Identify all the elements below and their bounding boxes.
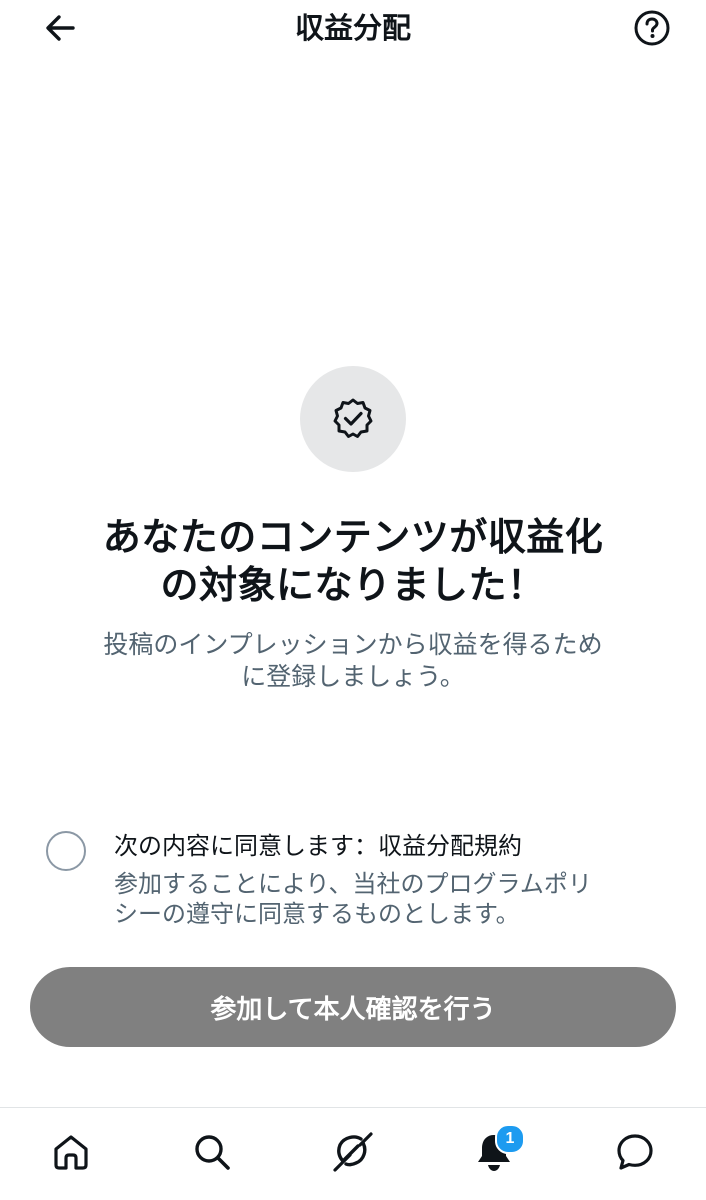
verified-badge-circle [300, 366, 406, 472]
agreement-desc-line-2: シーの遵守に同意するものとします。 [114, 900, 520, 928]
search-icon [195, 1135, 230, 1170]
agreement-desc-line-1: 参加することにより、当社のプログラムポリ [114, 870, 592, 898]
nav-notifications[interactable]: 1 [468, 1124, 525, 1178]
headline: あなたのコンテンツが収益化 の対象になりました！ [40, 513, 666, 609]
help-button[interactable] [630, 6, 674, 50]
subtext: 投稿のインプレッションから収益を得るため に登録しましょう。 [60, 629, 646, 693]
home-icon [54, 1135, 88, 1170]
page-title: 収益分配 [294, 11, 411, 45]
bottom-nav: 1 [0, 1107, 706, 1200]
subtext-line-2: に登録しましょう。 [241, 662, 465, 691]
subtext-line-1: 投稿のインプレッションから収益を得るため [103, 630, 603, 659]
agreement-description: 参加することにより、当社のプログラムポリ シーの遵守に同意するものとします。 [114, 869, 654, 929]
agreement-row[interactable]: 次の内容に同意します：収益分配規約 参加することにより、当社のプログラムポリ シ… [40, 825, 670, 935]
top-bar: 収益分配 [0, 0, 706, 56]
agree-radio[interactable] [46, 831, 86, 871]
grok-icon [333, 1132, 373, 1172]
join-and-verify-button[interactable]: 参加して本人確認を行う [30, 967, 676, 1047]
headline-line-1: あなたのコンテンツが収益化 [102, 515, 604, 559]
question-circle-icon [634, 10, 670, 46]
nav-home[interactable] [45, 1126, 97, 1178]
nav-search[interactable] [186, 1126, 238, 1178]
nav-messages[interactable] [609, 1126, 661, 1178]
nav-grok[interactable] [327, 1126, 379, 1178]
message-icon [617, 1134, 653, 1170]
verified-badge-icon [333, 398, 373, 438]
agreement-title: 次の内容に同意します：収益分配規約 [114, 832, 522, 860]
headline-line-2: の対象になりました！ [160, 563, 546, 607]
notification-count-badge: 1 [495, 1124, 525, 1154]
